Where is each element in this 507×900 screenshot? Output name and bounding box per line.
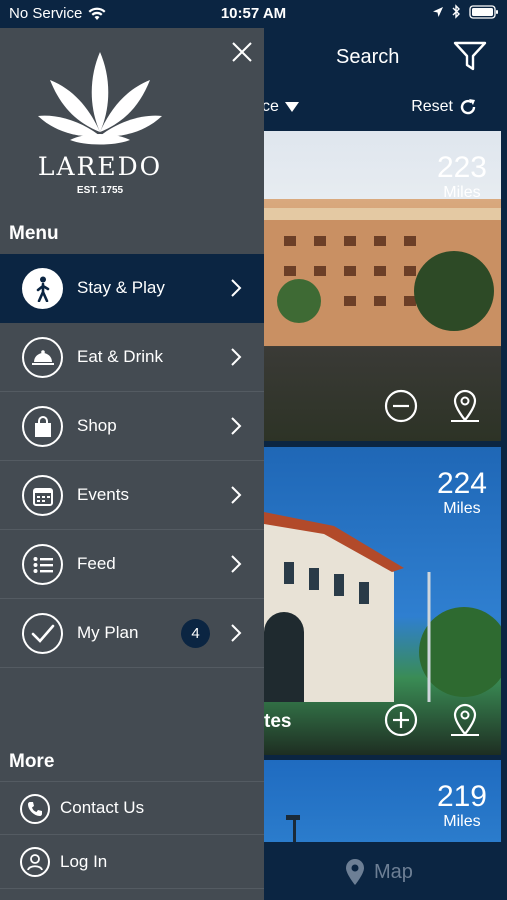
menu-item-eat-drink[interactable]: Eat & Drink	[0, 323, 264, 392]
distance-value: 223	[436, 151, 487, 184]
hotel-building-image	[264, 502, 501, 702]
distance-badge: 219 Miles	[437, 782, 487, 830]
caret-down-icon	[284, 102, 299, 112]
laredo-logo: LAREDO EST. 1755	[30, 50, 170, 225]
map-pin-icon	[346, 859, 364, 885]
phone-icon	[20, 794, 50, 824]
minus-circle-icon[interactable]	[384, 389, 418, 423]
menu-item-label: My Plan	[77, 623, 139, 642]
result-name: tes	[264, 711, 292, 732]
menu-item-feed[interactable]: Feed	[0, 530, 264, 599]
menu-item-label: Shop	[77, 416, 117, 435]
results-header: Search ce Reset	[262, 28, 507, 126]
menu-item-label: Events	[77, 485, 129, 504]
menu-section-title: Menu	[9, 223, 59, 244]
street-lamp-image	[286, 815, 300, 842]
plus-circle-icon[interactable]	[384, 703, 418, 737]
sort-label: ce	[262, 98, 279, 115]
checkmark-icon	[22, 613, 63, 654]
sort-dropdown[interactable]: ce	[262, 98, 299, 116]
chevron-right-icon	[231, 348, 242, 366]
calendar-icon	[22, 475, 63, 516]
chevron-right-icon	[231, 624, 242, 642]
distance-unit: Miles	[443, 184, 481, 201]
plan-count-badge: 4	[181, 619, 210, 648]
reset-button[interactable]: Reset	[411, 98, 477, 116]
result-card[interactable]: 224 Miles tes	[264, 447, 501, 755]
tab-map[interactable]: Map	[344, 858, 413, 886]
menu-item-label: Eat & Drink	[77, 347, 163, 366]
cloche-icon	[22, 337, 63, 378]
more-list: Contact Us Log In	[0, 781, 264, 889]
filter-icon[interactable]	[453, 40, 487, 72]
distance-value: 224	[436, 467, 487, 500]
chevron-right-icon	[231, 486, 242, 504]
logo-established: EST. 1755	[76, 185, 124, 196]
map-pin-icon[interactable]	[448, 389, 482, 423]
menu-item-label: Feed	[77, 554, 116, 573]
result-card[interactable]: 223 Miles	[264, 131, 501, 441]
bluetooth-icon	[452, 4, 460, 19]
walking-person-icon	[22, 268, 63, 309]
distance-unit: Miles	[443, 813, 481, 830]
chevron-right-icon	[231, 279, 242, 297]
contact-us-item[interactable]: Contact Us	[0, 781, 264, 835]
log-in-label: Log In	[60, 851, 108, 871]
bottom-tab-bar: Map	[264, 842, 507, 900]
contact-us-label: Contact Us	[60, 798, 145, 817]
user-icon	[20, 847, 50, 877]
map-pin-icon[interactable]	[448, 703, 482, 737]
menu-item-stay-play[interactable]: Stay & Play	[0, 254, 264, 323]
distance-badge: 224 Miles	[437, 469, 487, 517]
chevron-right-icon	[231, 555, 242, 573]
distance-badge: 223 Miles	[437, 153, 487, 201]
status-bar: No Service 10:57 AM	[0, 0, 507, 28]
drawer-menu: Stay & Play Eat & Drink Shop Events Feed…	[0, 254, 264, 668]
menu-item-label: Stay & Play	[77, 278, 165, 297]
location-arrow-icon	[433, 6, 443, 17]
menu-item-shop[interactable]: Shop	[0, 392, 264, 461]
menu-item-my-plan[interactable]: My Plan 4	[0, 599, 264, 668]
refresh-icon	[460, 99, 476, 115]
menu-item-events[interactable]: Events	[0, 461, 264, 530]
distance-unit: Miles	[443, 500, 481, 517]
logo-wordmark: LAREDO	[37, 152, 163, 181]
close-icon[interactable]	[231, 41, 253, 63]
reset-label: Reset	[411, 98, 453, 115]
search-button[interactable]: Search	[336, 46, 399, 69]
shopping-bag-icon	[22, 406, 63, 447]
hotel-building-image	[264, 196, 501, 346]
log-in-item[interactable]: Log In	[0, 835, 264, 889]
more-section-title: More	[9, 751, 55, 772]
result-card[interactable]: 219 Miles	[264, 760, 501, 842]
distance-value: 219	[436, 780, 487, 813]
side-drawer: LAREDO EST. 1755 Menu Stay & Play Eat & …	[0, 28, 264, 900]
status-time: 10:57 AM	[220, 5, 287, 22]
agave-leaf-icon	[38, 52, 162, 145]
chevron-right-icon	[231, 417, 242, 435]
status-right-group	[432, 4, 499, 19]
tab-map-label: Map	[374, 860, 413, 883]
list-icon	[22, 544, 63, 585]
battery-icon	[469, 4, 498, 19]
